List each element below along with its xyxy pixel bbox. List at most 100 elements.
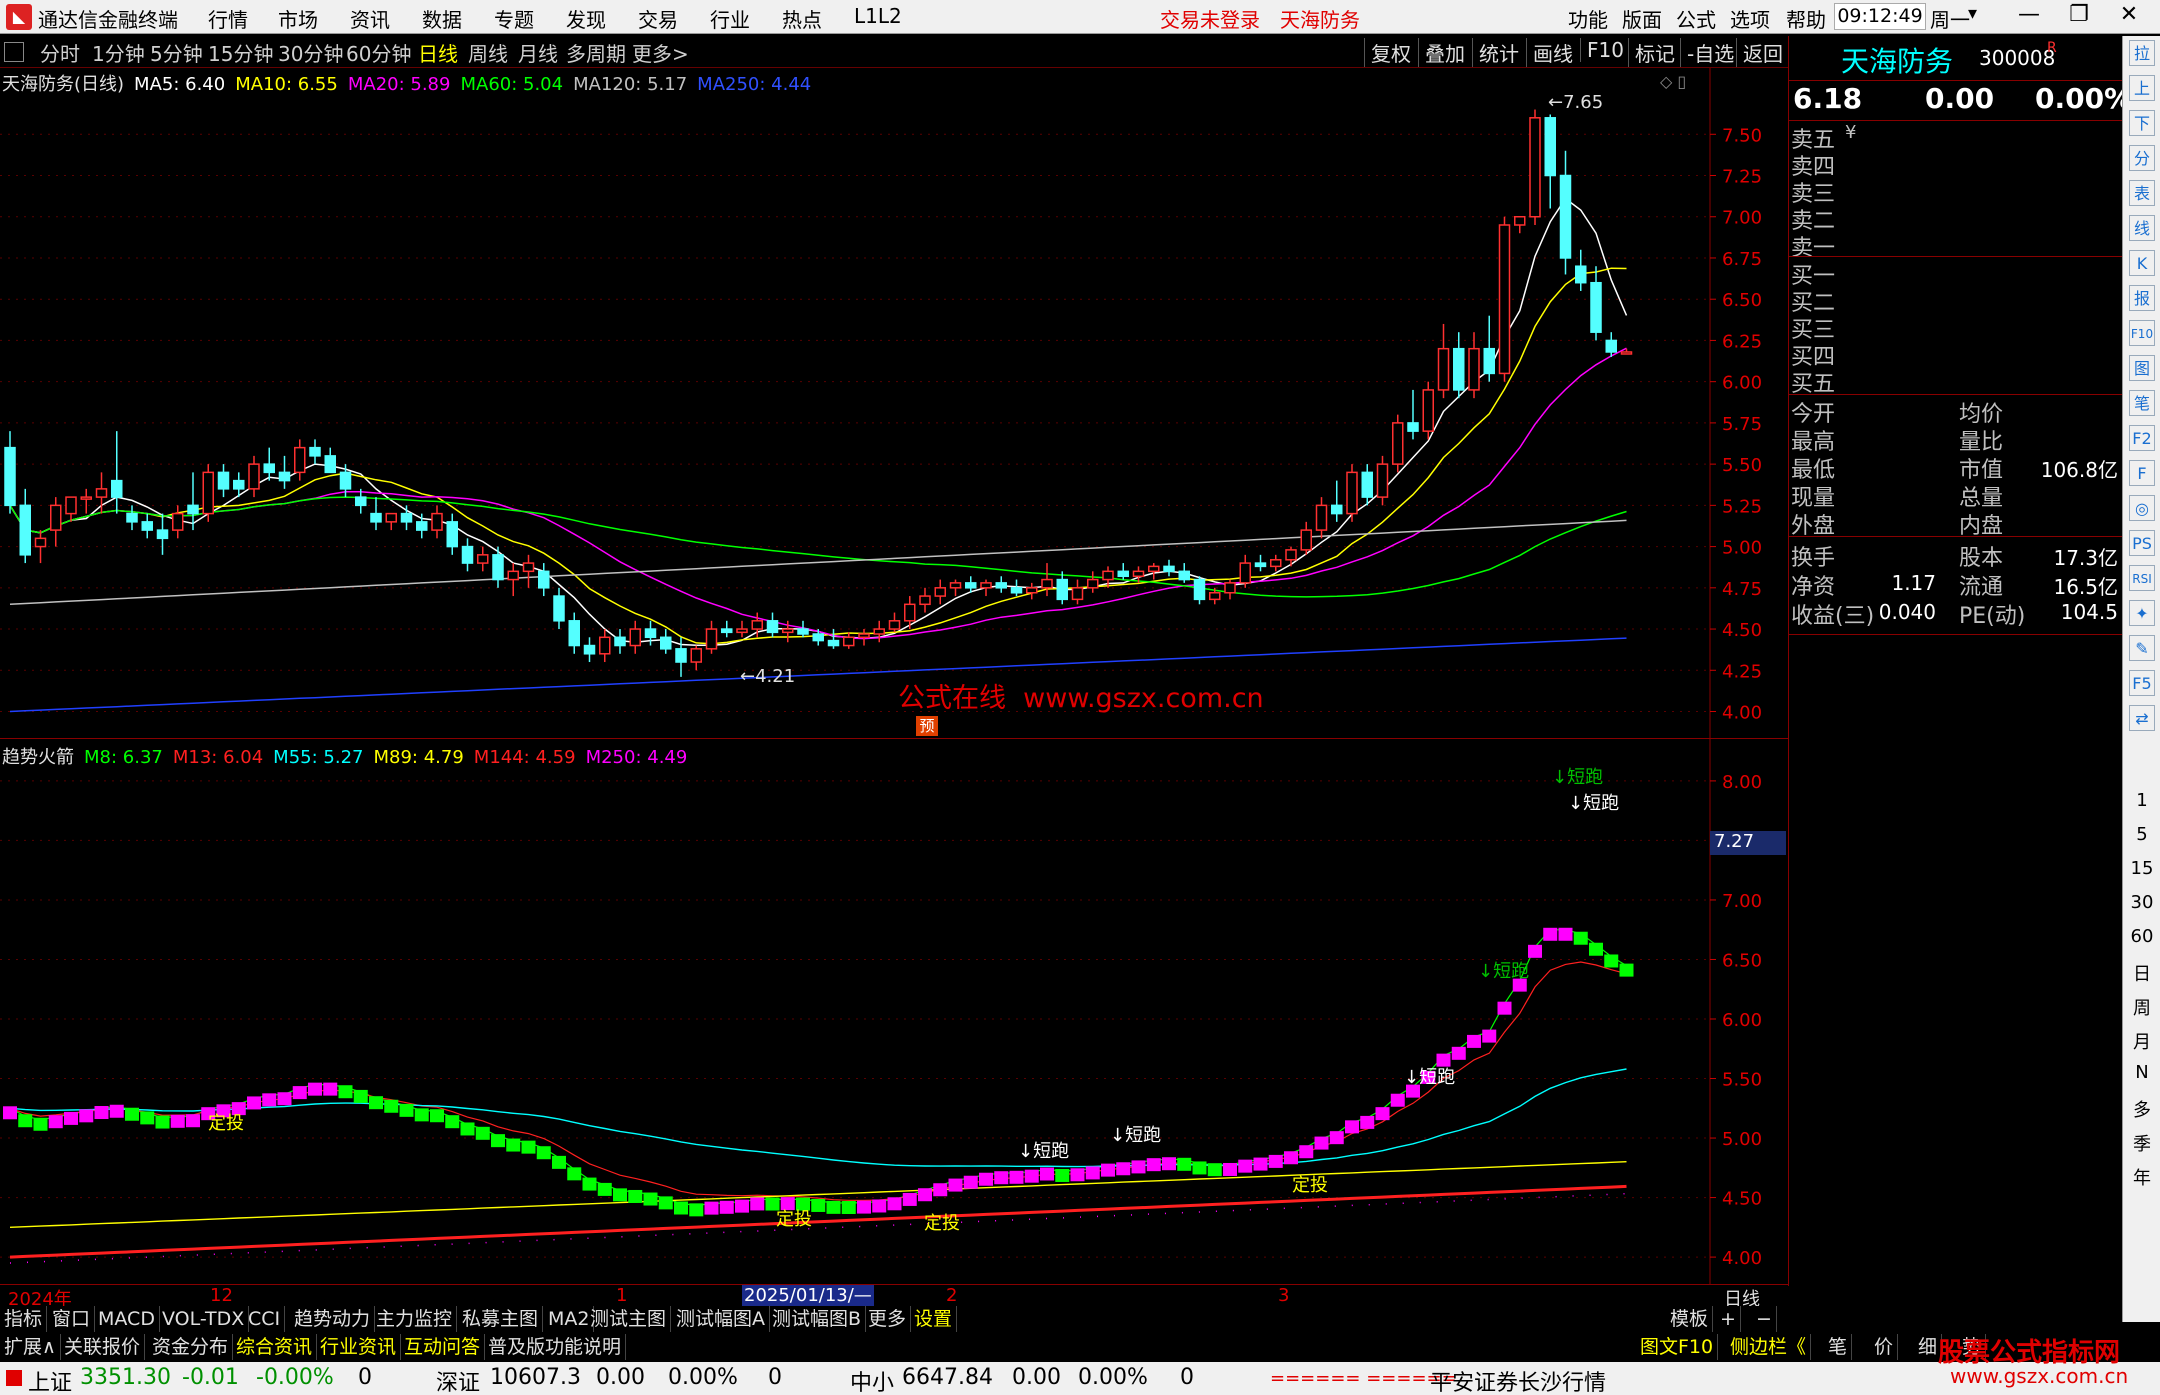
indicator-tab-12[interactable]: 更多: [864, 1306, 912, 1332]
side-tool-icon[interactable]: F2: [2129, 425, 2155, 451]
side-tool-icon[interactable]: 图: [2129, 355, 2155, 381]
period-tab-8[interactable]: 月线: [518, 38, 558, 67]
sidebar-toggle[interactable]: 侧边栏《: [1726, 1334, 1812, 1360]
tool-4[interactable]: F10: [1580, 38, 1630, 62]
side-period-1[interactable]: 5: [2123, 824, 2160, 845]
side-period-6[interactable]: 周: [2123, 994, 2160, 1020]
indicator-pane[interactable]: 8.007.507.006.506.005.505.004.504.00 趋势火…: [0, 738, 1788, 1285]
indicator-tab-11[interactable]: 测试幅图B: [768, 1306, 867, 1332]
indicator-tab-7[interactable]: 私募主图: [458, 1306, 544, 1332]
tool-6[interactable]: -自选: [1680, 38, 1740, 67]
indicator-tab-13[interactable]: 设置: [910, 1306, 958, 1332]
info-tab-4[interactable]: 行业资讯: [316, 1334, 402, 1360]
side-period-5[interactable]: 日: [2123, 960, 2160, 986]
side-period-9[interactable]: 多: [2123, 1096, 2160, 1122]
info-tab-1[interactable]: 关联报价: [60, 1334, 146, 1360]
sz-label[interactable]: 深证: [436, 1365, 480, 1395]
side-tool-icon[interactable]: ⇄: [2129, 705, 2155, 731]
restore-icon[interactable]: ❐: [2062, 2, 2096, 32]
side-tool-icon[interactable]: 报: [2129, 285, 2155, 311]
side-tool-icon[interactable]: ✦: [2129, 600, 2155, 626]
tool-7[interactable]: 返回: [1736, 38, 1789, 67]
candlestick-chart[interactable]: 7.50 7.25 7.00 6.75 6.50 6.25 6.00 5.75 5.50 5.25…: [0, 68, 1788, 738]
side-tool-icon[interactable]: F10: [2129, 320, 2155, 346]
f10-tab[interactable]: 图文F10: [1636, 1334, 1719, 1360]
pre-badge[interactable]: 预: [916, 716, 938, 736]
right-menu-2[interactable]: 公式: [1676, 4, 1716, 33]
tool-3[interactable]: 画线: [1526, 38, 1579, 67]
menu-5[interactable]: 发现: [566, 4, 606, 33]
side-period-11[interactable]: 年: [2123, 1164, 2160, 1190]
period-tab-3[interactable]: 15分钟: [208, 38, 273, 67]
menu-3[interactable]: 数据: [422, 4, 462, 33]
menu-8[interactable]: 热点: [782, 4, 822, 33]
period-tab-7[interactable]: 周线: [468, 38, 508, 67]
info-tab-6[interactable]: 普及版功能说明: [484, 1334, 627, 1360]
side-period-7[interactable]: 月: [2123, 1028, 2160, 1054]
indicator-tab-9[interactable]: 测试主图: [586, 1306, 672, 1332]
indicator-tab-5[interactable]: 趋势动力: [290, 1306, 376, 1332]
menu-4[interactable]: 专题: [494, 4, 534, 33]
menu-9[interactable]: L1L2: [854, 4, 902, 28]
period-tab-9[interactable]: 多周期: [566, 38, 626, 67]
menu-1[interactable]: 市场: [278, 4, 318, 33]
period-tab-0[interactable]: 分时: [40, 38, 80, 67]
side-tool-icon[interactable]: K: [2129, 250, 2155, 276]
login-status[interactable]: 交易未登录: [1160, 4, 1260, 33]
indicator-tab-0[interactable]: 指标: [0, 1306, 48, 1332]
zx-label[interactable]: 中小: [850, 1365, 894, 1395]
legend-toggle-icon[interactable]: ◇ ▯: [1660, 72, 1686, 91]
side-tool-icon[interactable]: 分: [2129, 145, 2155, 171]
period-tab-1[interactable]: 1分钟: [92, 38, 145, 67]
side-tool-icon[interactable]: 下: [2129, 110, 2155, 136]
add-pane-button[interactable]: +: [1716, 1306, 1741, 1332]
sh-label[interactable]: 上证: [28, 1365, 72, 1395]
indicator-tab-2[interactable]: MACD: [94, 1306, 160, 1332]
indicator-tab-6[interactable]: 主力监控: [372, 1306, 458, 1332]
side-tool-icon[interactable]: 笔: [2129, 390, 2155, 416]
minimize-icon[interactable]: —: [2012, 2, 2046, 32]
indicator-tab-1[interactable]: 窗口: [48, 1306, 96, 1332]
info-tab-2[interactable]: 资金分布: [148, 1334, 234, 1360]
side-tool-icon[interactable]: 表: [2129, 180, 2155, 206]
right-menu-0[interactable]: 功能: [1568, 4, 1608, 33]
period-tab-10[interactable]: 更多>: [632, 38, 689, 67]
side-tool-icon[interactable]: 上: [2129, 75, 2155, 101]
side-period-4[interactable]: 60: [2123, 926, 2160, 947]
tab-pen[interactable]: 笔: [1824, 1334, 1853, 1360]
side-tool-icon[interactable]: ✎: [2129, 635, 2155, 661]
side-tool-icon[interactable]: 拉: [2129, 40, 2155, 66]
trend-rocket-indicator[interactable]: 8.007.507.006.506.005.505.004.504.00: [0, 739, 1788, 1285]
side-tool-icon[interactable]: 线: [2129, 215, 2155, 241]
side-period-10[interactable]: 季: [2123, 1130, 2160, 1156]
tool-2[interactable]: 统计: [1472, 38, 1525, 67]
tab-price[interactable]: 价: [1870, 1334, 1899, 1360]
side-tool-icon[interactable]: PS: [2129, 530, 2155, 556]
tool-1[interactable]: 叠加: [1418, 38, 1471, 67]
right-menu-3[interactable]: 选项: [1730, 4, 1770, 33]
info-tab-5[interactable]: 互动问答: [400, 1334, 486, 1360]
period-tab-5[interactable]: 60分钟: [346, 38, 411, 67]
side-tool-icon[interactable]: F: [2129, 460, 2155, 486]
side-tool-icon[interactable]: RSI: [2129, 565, 2155, 591]
side-tool-icon[interactable]: F5: [2129, 670, 2155, 696]
period-tab-4[interactable]: 30分钟: [278, 38, 343, 67]
main-chart-pane[interactable]: 7.50 7.25 7.00 6.75 6.50 6.25 6.00 5.75 5.50 5.25…: [0, 68, 1788, 738]
right-menu-1[interactable]: 版面: [1622, 4, 1662, 33]
period-tab-6[interactable]: 日线: [418, 38, 458, 67]
info-tab-3[interactable]: 综合资讯: [232, 1334, 318, 1360]
dropdown-icon[interactable]: ▾: [1968, 3, 1977, 24]
indicator-tab-10[interactable]: 测试幅图A: [672, 1306, 770, 1332]
menu-0[interactable]: 行情: [208, 4, 248, 33]
info-tab-0[interactable]: 扩展∧: [0, 1334, 61, 1360]
side-period-0[interactable]: 1: [2123, 790, 2160, 811]
menu-7[interactable]: 行业: [710, 4, 750, 33]
remove-pane-button[interactable]: −: [1752, 1306, 1777, 1332]
menu-2[interactable]: 资讯: [350, 4, 390, 33]
side-period-3[interactable]: 30: [2123, 892, 2160, 913]
side-period-8[interactable]: N: [2123, 1062, 2160, 1083]
tool-0[interactable]: 复权: [1364, 38, 1417, 67]
right-menu-4[interactable]: 帮助: [1786, 4, 1826, 33]
side-tool-icon[interactable]: ◎: [2129, 495, 2155, 521]
template-button[interactable]: 模板: [1666, 1306, 1714, 1332]
